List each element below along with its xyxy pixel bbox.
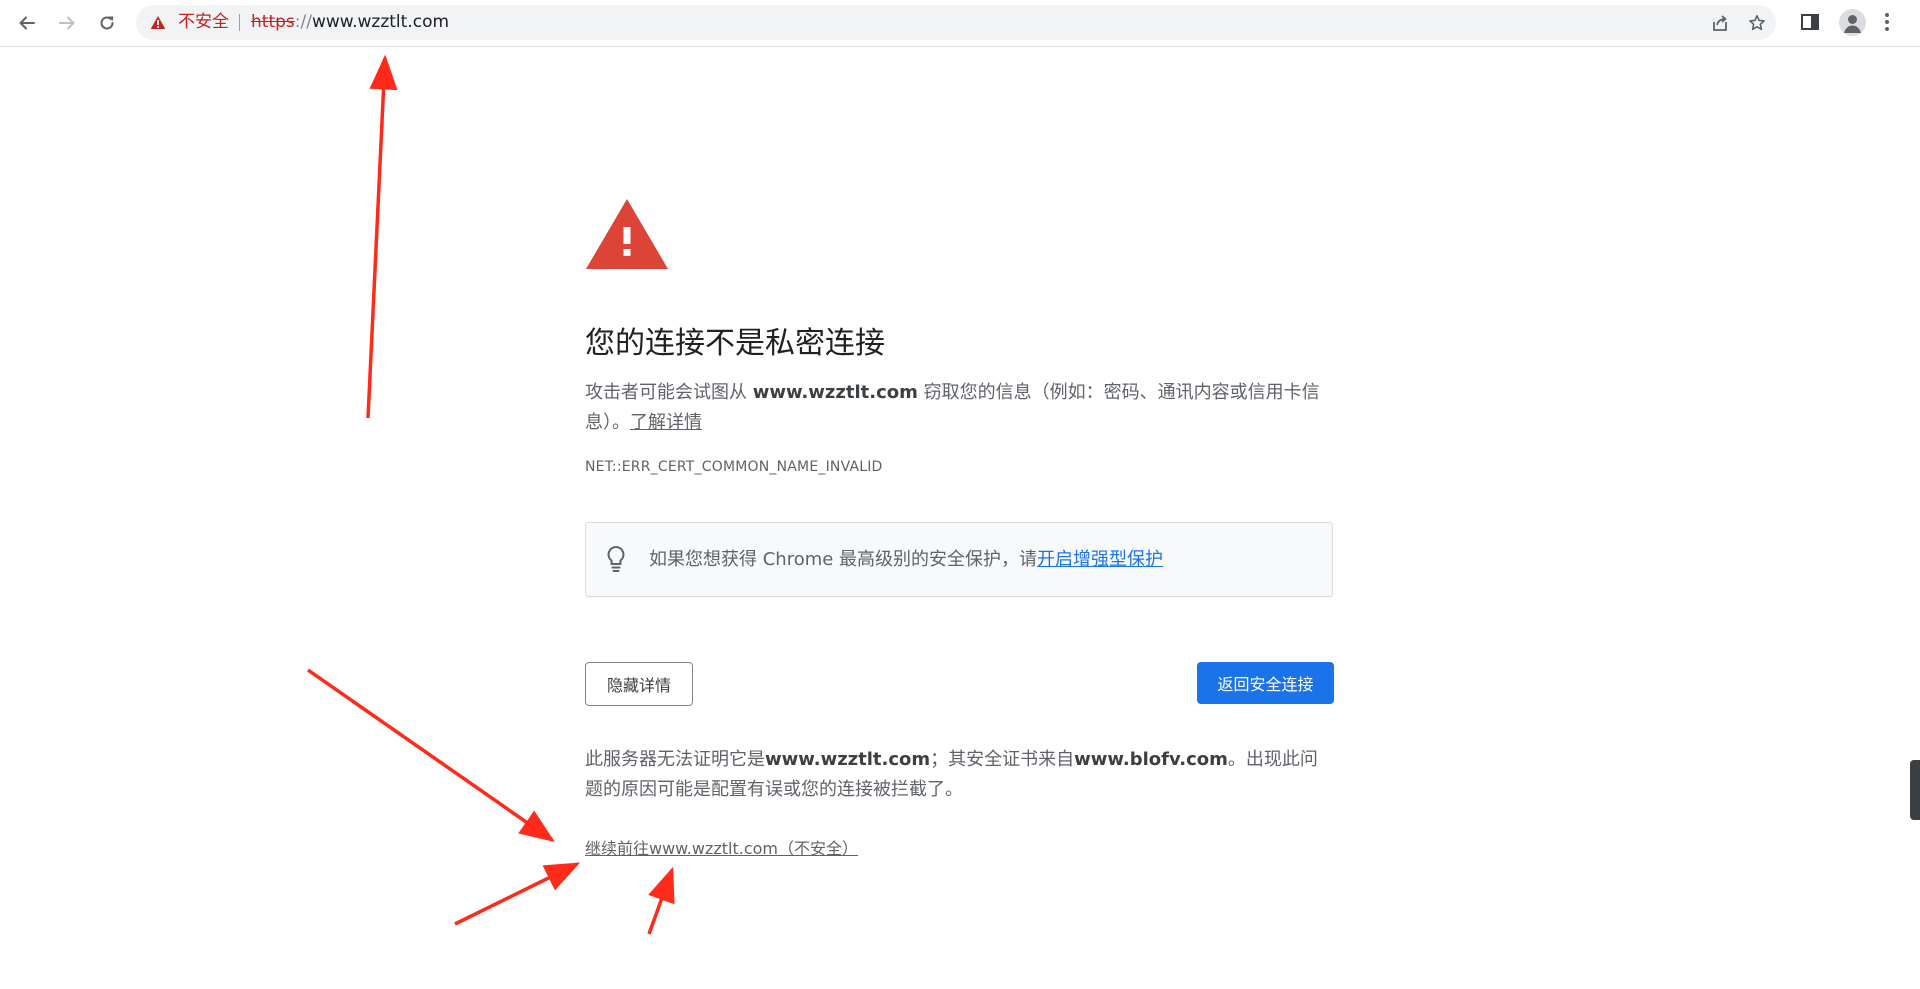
promo-label: 如果您想获得 Chrome 最高级别的安全保护，请 <box>649 549 1038 570</box>
url-host: www.wzztlt.com <box>311 12 450 32</box>
annotation-arrows <box>306 54 675 935</box>
arrow-to-proceed-link-3 <box>647 866 675 935</box>
arrow-to-proceed-link-1 <box>306 668 555 843</box>
warning-description: 攻击者可能会试图从 www.wzztlt.com 窃取您的信息（例如：密码、通讯… <box>585 378 1325 438</box>
share-icon <box>1713 15 1727 31</box>
promo-message: 如果您想获得 Chrome 最高级别的安全保护，请开启增强型保护 <box>649 523 1163 596</box>
url-text[interactable]: https://www.wzztlt.com <box>251 5 449 40</box>
share-button[interactable] <box>1709 12 1731 34</box>
hide-details-button[interactable]: 隐藏详情 <box>585 662 693 706</box>
details-issuer: www.blofv.com <box>1074 749 1228 770</box>
learn-more-link[interactable]: 了解详情 <box>630 412 702 433</box>
lightbulb-icon <box>607 546 625 572</box>
forward-button[interactable] <box>52 8 82 38</box>
desc-host: www.wzztlt.com <box>752 382 918 403</box>
address-bar[interactable]: 不安全 https://www.wzztlt.com <box>136 5 1776 40</box>
browser-toolbar: 不安全 https://www.wzztlt.com <box>0 0 1920 47</box>
desc-prefix: 攻击者可能会试图从 <box>585 382 753 403</box>
details-part1: 此服务器无法证明它是 <box>585 749 765 770</box>
profile-avatar[interactable] <box>1839 9 1866 36</box>
error-details: 此服务器无法证明它是www.wzztlt.com；其安全证书来自www.blof… <box>585 745 1325 805</box>
back-button[interactable] <box>12 8 42 38</box>
url-scheme: https <box>251 12 295 32</box>
details-host: www.wzztlt.com <box>765 749 931 770</box>
more-vert-icon[interactable] <box>1884 12 1890 32</box>
security-warning-icon <box>586 199 668 269</box>
omnibox-divider <box>239 14 240 31</box>
bookmark-button[interactable] <box>1746 12 1768 34</box>
warning-icon[interactable] <box>150 15 166 30</box>
reload-icon <box>100 16 114 30</box>
arrow-left-icon <box>19 16 35 30</box>
star-icon <box>1749 15 1765 31</box>
not-secure-label[interactable]: 不安全 <box>178 5 229 40</box>
arrow-to-proceed-link-2 <box>454 862 581 926</box>
arrow-to-address-bar <box>366 54 398 419</box>
arrow-right-icon <box>59 16 75 30</box>
page-title: 您的连接不是私密连接 <box>585 326 885 361</box>
edge-side-widget[interactable] <box>1910 760 1920 820</box>
person-icon <box>1844 15 1861 33</box>
proceed-unsafe-link[interactable]: 继续前往www.wzztlt.com（不安全） <box>585 835 858 859</box>
back-to-safety-button[interactable]: 返回安全连接 <box>1197 662 1334 704</box>
error-code: NET::ERR_CERT_COMMON_NAME_INVALID <box>585 459 883 475</box>
side-panel-icon[interactable] <box>1800 12 1820 32</box>
reload-button[interactable] <box>92 8 122 38</box>
details-part2: ；其安全证书来自 <box>930 749 1075 770</box>
enhanced-protection-promo: 如果您想获得 Chrome 最高级别的安全保护，请开启增强型保护 <box>585 522 1333 597</box>
enhanced-protection-link[interactable]: 开启增强型保护 <box>1037 549 1163 570</box>
url-separator: :// <box>294 12 312 32</box>
